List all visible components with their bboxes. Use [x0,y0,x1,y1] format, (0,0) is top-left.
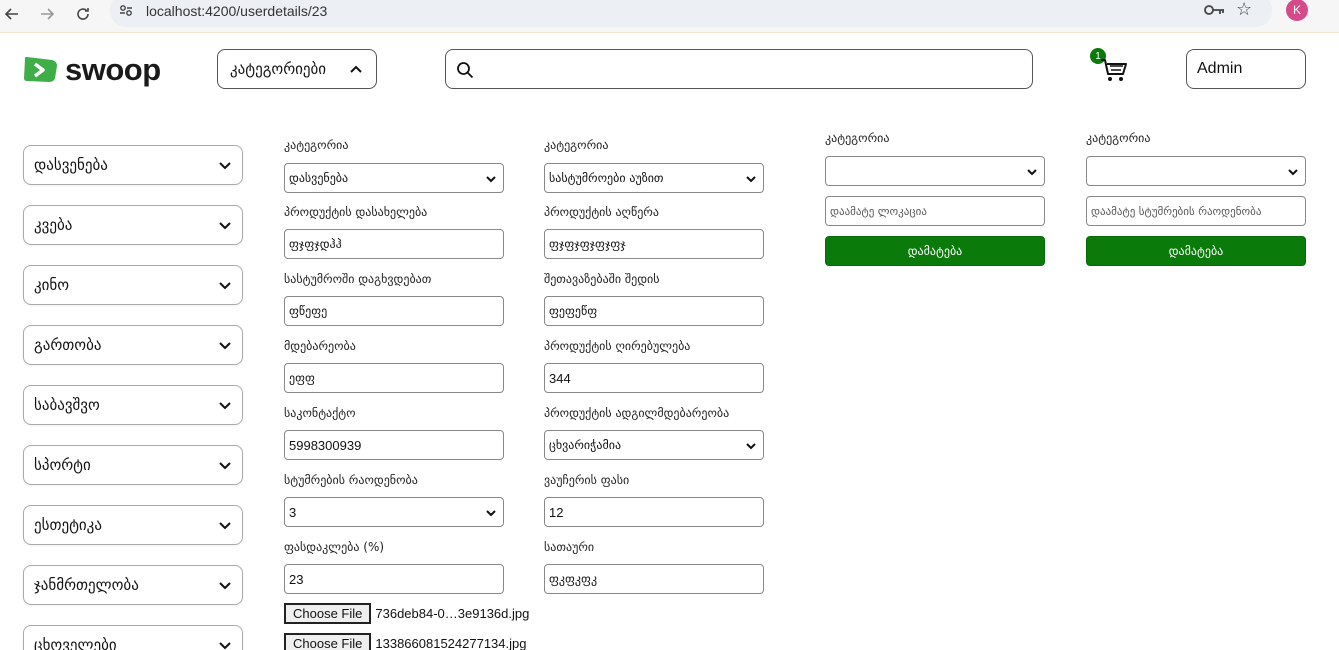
chevron-up-icon [350,65,362,73]
chevron-down-icon [746,443,756,450]
password-key-icon[interactable] [1204,3,1226,17]
logo-mark-icon [24,57,57,82]
browser-toolbar: localhost:4200/userdetails/23 ☆ K [0,0,1339,33]
contact-input[interactable]: 5998300939 [284,430,504,460]
admin-button[interactable]: Admin [1186,49,1306,89]
chevron-down-icon [1027,169,1037,176]
sidebar-item-rest[interactable]: დასვენება [23,145,243,185]
chevron-down-icon [486,510,496,517]
chevron-down-icon [219,402,231,410]
site-info-icon[interactable] [118,2,134,18]
address-bar[interactable]: localhost:4200/userdetails/23 ☆ [110,0,1272,27]
price-label: პროდუქტის ღირებულება [544,339,691,353]
location-label: მდებარეობა [284,339,356,353]
file-name: 133866081524277134.jpg [375,636,527,650]
guest-count-select[interactable]: 3 [284,497,504,527]
category-select[interactable]: დასვენება [284,163,504,193]
sidebar-item-label: დასვენება [34,156,108,174]
reload-icon[interactable] [71,2,95,26]
add-guest-count-input[interactable]: დაამატე სტუმრების რაოდენობა [1086,196,1306,226]
sidebar-item-label: საბავშვო [34,396,100,414]
sidebar-item-sport[interactable]: სპორტი [23,445,243,485]
chevron-down-icon [219,162,231,170]
product-location-select[interactable]: ცხვარიჭამია [544,430,764,460]
chevron-down-icon [486,176,496,183]
description-input[interactable]: ფჯფჯფჯფჯფჯ [544,229,764,259]
add-guest-count-button[interactable]: დამატება [1086,236,1306,266]
forward-arrow-icon[interactable] [35,2,59,26]
logo-text: swoop [65,52,161,87]
categories-button-label: კატეგორიები [230,60,327,78]
chevron-down-icon [219,282,231,290]
chevron-down-icon [219,342,231,350]
sidebar-item-label: კინო [34,276,70,294]
title-input[interactable]: ფკფკფკ [544,564,764,594]
sidebar-item-health[interactable]: ჯანმრთელობა [23,565,243,605]
sidebar-item-entertainment[interactable]: გართობა [23,325,243,365]
voucher-price-input[interactable]: 12 [544,497,764,527]
sidebar-item-label: სპორტი [34,456,91,474]
url-text: localhost:4200/userdetails/23 [146,3,328,19]
chevron-down-icon [219,642,231,650]
voucher-price-label: ვაუჩერის ფასი [544,473,630,487]
file-input-2: Choose File 133866081524277134.jpg [284,633,526,650]
choose-file-button[interactable]: Choose File [284,603,372,624]
category-label: კატეგორია [284,138,349,152]
description-label: პროდუქტის აღწერა [544,205,659,219]
hotel-amenities-input[interactable]: ფწეფე [284,296,504,326]
hotel-amenities-label: სასტუმროში დაგხვდებათ [284,272,432,286]
chevron-down-icon [219,462,231,470]
sidebar-item-cinema[interactable]: კინო [23,265,243,305]
panel-category-label: კატეგორია [825,131,890,145]
categories-dropdown-button[interactable]: კატეგორიები [217,49,377,89]
chevron-down-icon [746,176,756,183]
back-arrow-icon[interactable] [0,2,24,26]
sidebar-item-label: კვება [34,216,73,234]
choose-file-button[interactable]: Choose File [284,633,372,650]
sidebar-item-kids[interactable]: საბავშვო [23,385,243,425]
search-input[interactable] [445,49,1033,89]
contact-label: საკონტაქტო [284,406,356,420]
sidebar-item-label: ცხოველები [34,636,117,650]
profile-avatar[interactable]: K [1286,0,1308,21]
bookmark-star-icon[interactable]: ☆ [1236,0,1252,20]
location-input[interactable]: ეფფ [284,363,504,393]
chevron-down-icon [219,222,231,230]
discount-input[interactable]: 23 [284,564,504,594]
add-location-button[interactable]: დამატება [825,236,1045,266]
search-icon [457,62,474,79]
product-name-input[interactable]: ფჯფჯდჰჰ [284,229,504,259]
file-name: 736deb84-0…3e9136d.jpg [375,606,530,621]
shopping-cart-icon[interactable] [1100,57,1128,83]
product-name-label: პროდუქტის დასახელება [284,205,428,219]
swoop-logo[interactable]: swoop [22,52,161,88]
subcategory-label: კატეგორია [544,138,609,152]
discount-label: ფასდაკლება (%) [284,540,385,554]
sidebar-item-label: გართობა [34,336,102,354]
title-label: სათაური [544,540,595,554]
guest-count-label: სტუმრების რაოდენობა [284,473,418,487]
offer-includes-input[interactable]: ფეფეწფ [544,296,764,326]
sidebar-item-animals[interactable]: ცხოველები [23,625,243,650]
sidebar-item-label: ჯანმრთელობა [34,576,139,594]
sidebar-item-label: ესთეტიკა [34,516,102,534]
chevron-down-icon [219,522,231,530]
sidebar-item-food[interactable]: კვება [23,205,243,245]
offer-includes-label: შეთავაზებაში შედის [544,272,660,286]
subcategory-select[interactable]: სასტუმროები აუზით [544,163,764,193]
file-input-1: Choose File 736deb84-0…3e9136d.jpg [284,603,529,624]
panel-category-select[interactable] [825,156,1045,186]
product-location-label: პროდუქტის ადგილმდებარეობა [544,406,730,420]
panel-category-select[interactable] [1086,156,1306,186]
add-location-input[interactable]: დაამატე ლოკაცია [825,196,1045,226]
panel-category-label: კატეგორია [1086,131,1151,145]
price-input[interactable]: 344 [544,363,764,393]
chevron-down-icon [219,582,231,590]
chevron-down-icon [1288,169,1298,176]
sidebar-item-aesthetics[interactable]: ესთეტიკა [23,505,243,545]
